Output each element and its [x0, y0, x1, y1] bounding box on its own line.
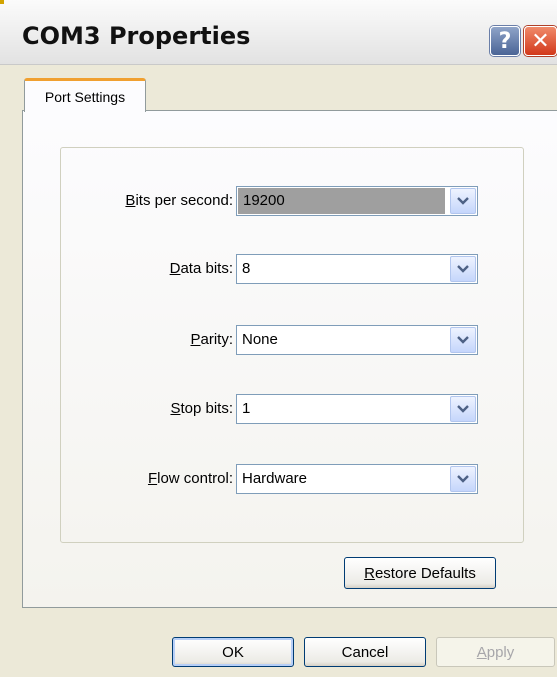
- stop-bits-label-text: top bits:: [180, 400, 233, 417]
- bits-per-second-value: 19200: [238, 188, 445, 214]
- tab-port-settings[interactable]: Port Settings: [24, 78, 146, 112]
- parity-select[interactable]: None: [236, 325, 478, 355]
- ok-label: OK: [222, 643, 244, 661]
- chevron-down-icon: [457, 197, 469, 205]
- help-icon: ?: [498, 28, 512, 54]
- flow-control-select[interactable]: Hardware: [236, 464, 478, 494]
- apply-label: pply: [486, 643, 515, 661]
- restore-defaults-accesskey: R: [364, 564, 375, 582]
- bits-per-second-dropdown-button[interactable]: [450, 188, 476, 214]
- chevron-down-icon: [457, 336, 469, 344]
- bits-per-second-select[interactable]: 19200: [236, 186, 478, 216]
- help-button[interactable]: ?: [490, 26, 520, 56]
- ok-button[interactable]: OK: [172, 637, 294, 667]
- flow-control-dropdown-button[interactable]: [450, 466, 476, 492]
- data-bits-label: Data bits:: [170, 254, 233, 284]
- parity-label: Parity:: [190, 325, 233, 355]
- stop-bits-value: 1: [242, 400, 251, 417]
- restore-defaults-label: estore Defaults: [374, 564, 476, 582]
- parity-dropdown-button[interactable]: [450, 327, 476, 353]
- window-title: COM3 Properties: [22, 22, 251, 50]
- title-bar[interactable]: COM3 Properties ? ✕: [0, 0, 557, 65]
- close-icon: ✕: [531, 28, 550, 54]
- stop-bits-accesskey: S: [170, 400, 181, 417]
- flow-control-accesskey: F: [147, 470, 158, 487]
- stop-bits-label: Stop bits:: [170, 394, 233, 424]
- chevron-down-icon: [457, 265, 469, 273]
- data-bits-label-text: ata bits:: [180, 260, 233, 277]
- restore-defaults-button[interactable]: Restore Defaults: [344, 557, 496, 589]
- cancel-label: Cancel: [341, 643, 389, 661]
- chevron-down-icon: [457, 475, 469, 483]
- data-bits-dropdown-button[interactable]: [450, 256, 476, 282]
- data-bits-value: 8: [242, 260, 251, 277]
- parity-label-text: arity:: [200, 331, 233, 348]
- stop-bits-dropdown-button[interactable]: [450, 396, 476, 422]
- cancel-button[interactable]: Cancel: [304, 637, 426, 667]
- chevron-down-icon: [457, 405, 469, 413]
- apply-accesskey: A: [476, 643, 487, 661]
- bits-per-second-accesskey: B: [125, 192, 136, 209]
- stop-bits-select[interactable]: 1: [236, 394, 478, 424]
- bits-per-second-label-text: its per second:: [135, 192, 233, 209]
- close-button[interactable]: ✕: [524, 26, 557, 56]
- tab-label: Port Settings: [44, 88, 126, 105]
- apply-button[interactable]: Apply: [436, 637, 555, 667]
- data-bits-accesskey: D: [169, 260, 181, 277]
- data-bits-select[interactable]: 8: [236, 254, 478, 284]
- flow-control-label: Flow control:: [148, 464, 233, 494]
- parity-accesskey: P: [190, 331, 201, 348]
- flow-control-label-text: low control:: [157, 470, 233, 487]
- flow-control-value: Hardware: [242, 470, 308, 487]
- parity-value: None: [242, 331, 278, 348]
- window-corner-decoration: [0, 0, 4, 4]
- bits-per-second-label: Bits per second:: [125, 186, 233, 216]
